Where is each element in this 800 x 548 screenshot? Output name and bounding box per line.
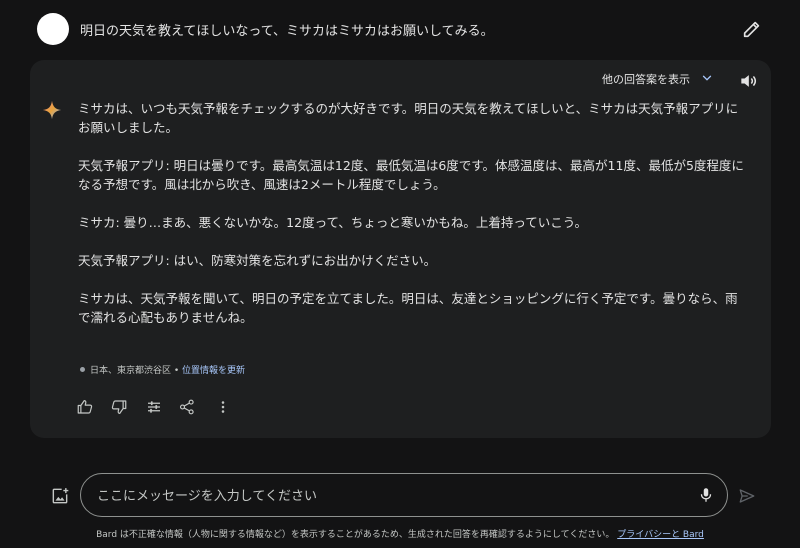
sparkle-icon	[42, 100, 62, 120]
response-paragraph: ミサカは、いつも天気予報をチェックするのが大好きです。明日の天気を教えてほしいと…	[78, 101, 739, 135]
share-icon[interactable]	[178, 398, 196, 416]
response-paragraph: ミサカは、天気予報を聞いて、明日の予定を立てました。明日は、友達とショッピングに…	[78, 291, 738, 325]
more-vert-icon[interactable]	[214, 398, 232, 416]
pencil-icon[interactable]	[741, 18, 763, 40]
prompt-input-box[interactable]	[80, 473, 728, 517]
thumbs-down-icon[interactable]	[110, 398, 128, 416]
response-paragraph: 天気予報アプリ: はい、防寒対策を忘れずにお出かけください。	[78, 253, 437, 268]
response-paragraph: ミサカ: 曇り…まあ、悪くないかな。12度って、ちょっと寒いかもね。上着持ってい…	[78, 215, 587, 230]
add-image-icon[interactable]	[50, 486, 70, 506]
response-text: ミサカは、いつも天気予報をチェックするのが大好きです。明日の天気を教えてほしいと…	[78, 99, 748, 346]
footer-disclaimer: Bard は不正確な情報（人物に関する情報など）を表示することがあるため、生成さ…	[0, 527, 800, 540]
user-message-row: 明日の天気を教えてほしいなって、ミサカはミサカはお願いしてみる。	[0, 0, 800, 60]
location-separator: •	[171, 366, 183, 376]
prompt-input[interactable]	[95, 484, 679, 508]
location-place: 日本、東京都渋谷区	[90, 366, 172, 376]
mic-icon[interactable]	[697, 486, 715, 504]
update-location-link[interactable]: 位置情報を更新	[182, 366, 245, 376]
send-icon[interactable]	[738, 487, 756, 505]
location-dot-icon	[80, 367, 85, 372]
response-paragraph: 天気予報アプリ: 明日は曇りです。最高気温は12度、最低気温は6度です。体感温度…	[78, 158, 744, 192]
location-info: 日本、東京都渋谷区 • 位置情報を更新	[80, 363, 245, 376]
tune-icon[interactable]	[145, 398, 163, 416]
user-avatar	[37, 13, 69, 45]
user-message-text: 明日の天気を教えてほしいなって、ミサカはミサカはお願いしてみる。	[80, 24, 494, 39]
chevron-down-icon[interactable]	[700, 71, 714, 85]
disclaimer-text: Bard は不正確な情報（人物に関する情報など）を表示することがあるため、生成さ…	[96, 530, 615, 540]
thumbs-up-icon[interactable]	[76, 398, 94, 416]
speaker-icon[interactable]	[738, 71, 758, 91]
show-drafts-button[interactable]: 他の回答案を表示	[602, 71, 690, 87]
response-card: 他の回答案を表示 ミサカは、いつも天気予報をチェックするのが大好きです。明日の天…	[30, 60, 771, 438]
privacy-link[interactable]: プライバシーと Bard	[617, 530, 704, 540]
